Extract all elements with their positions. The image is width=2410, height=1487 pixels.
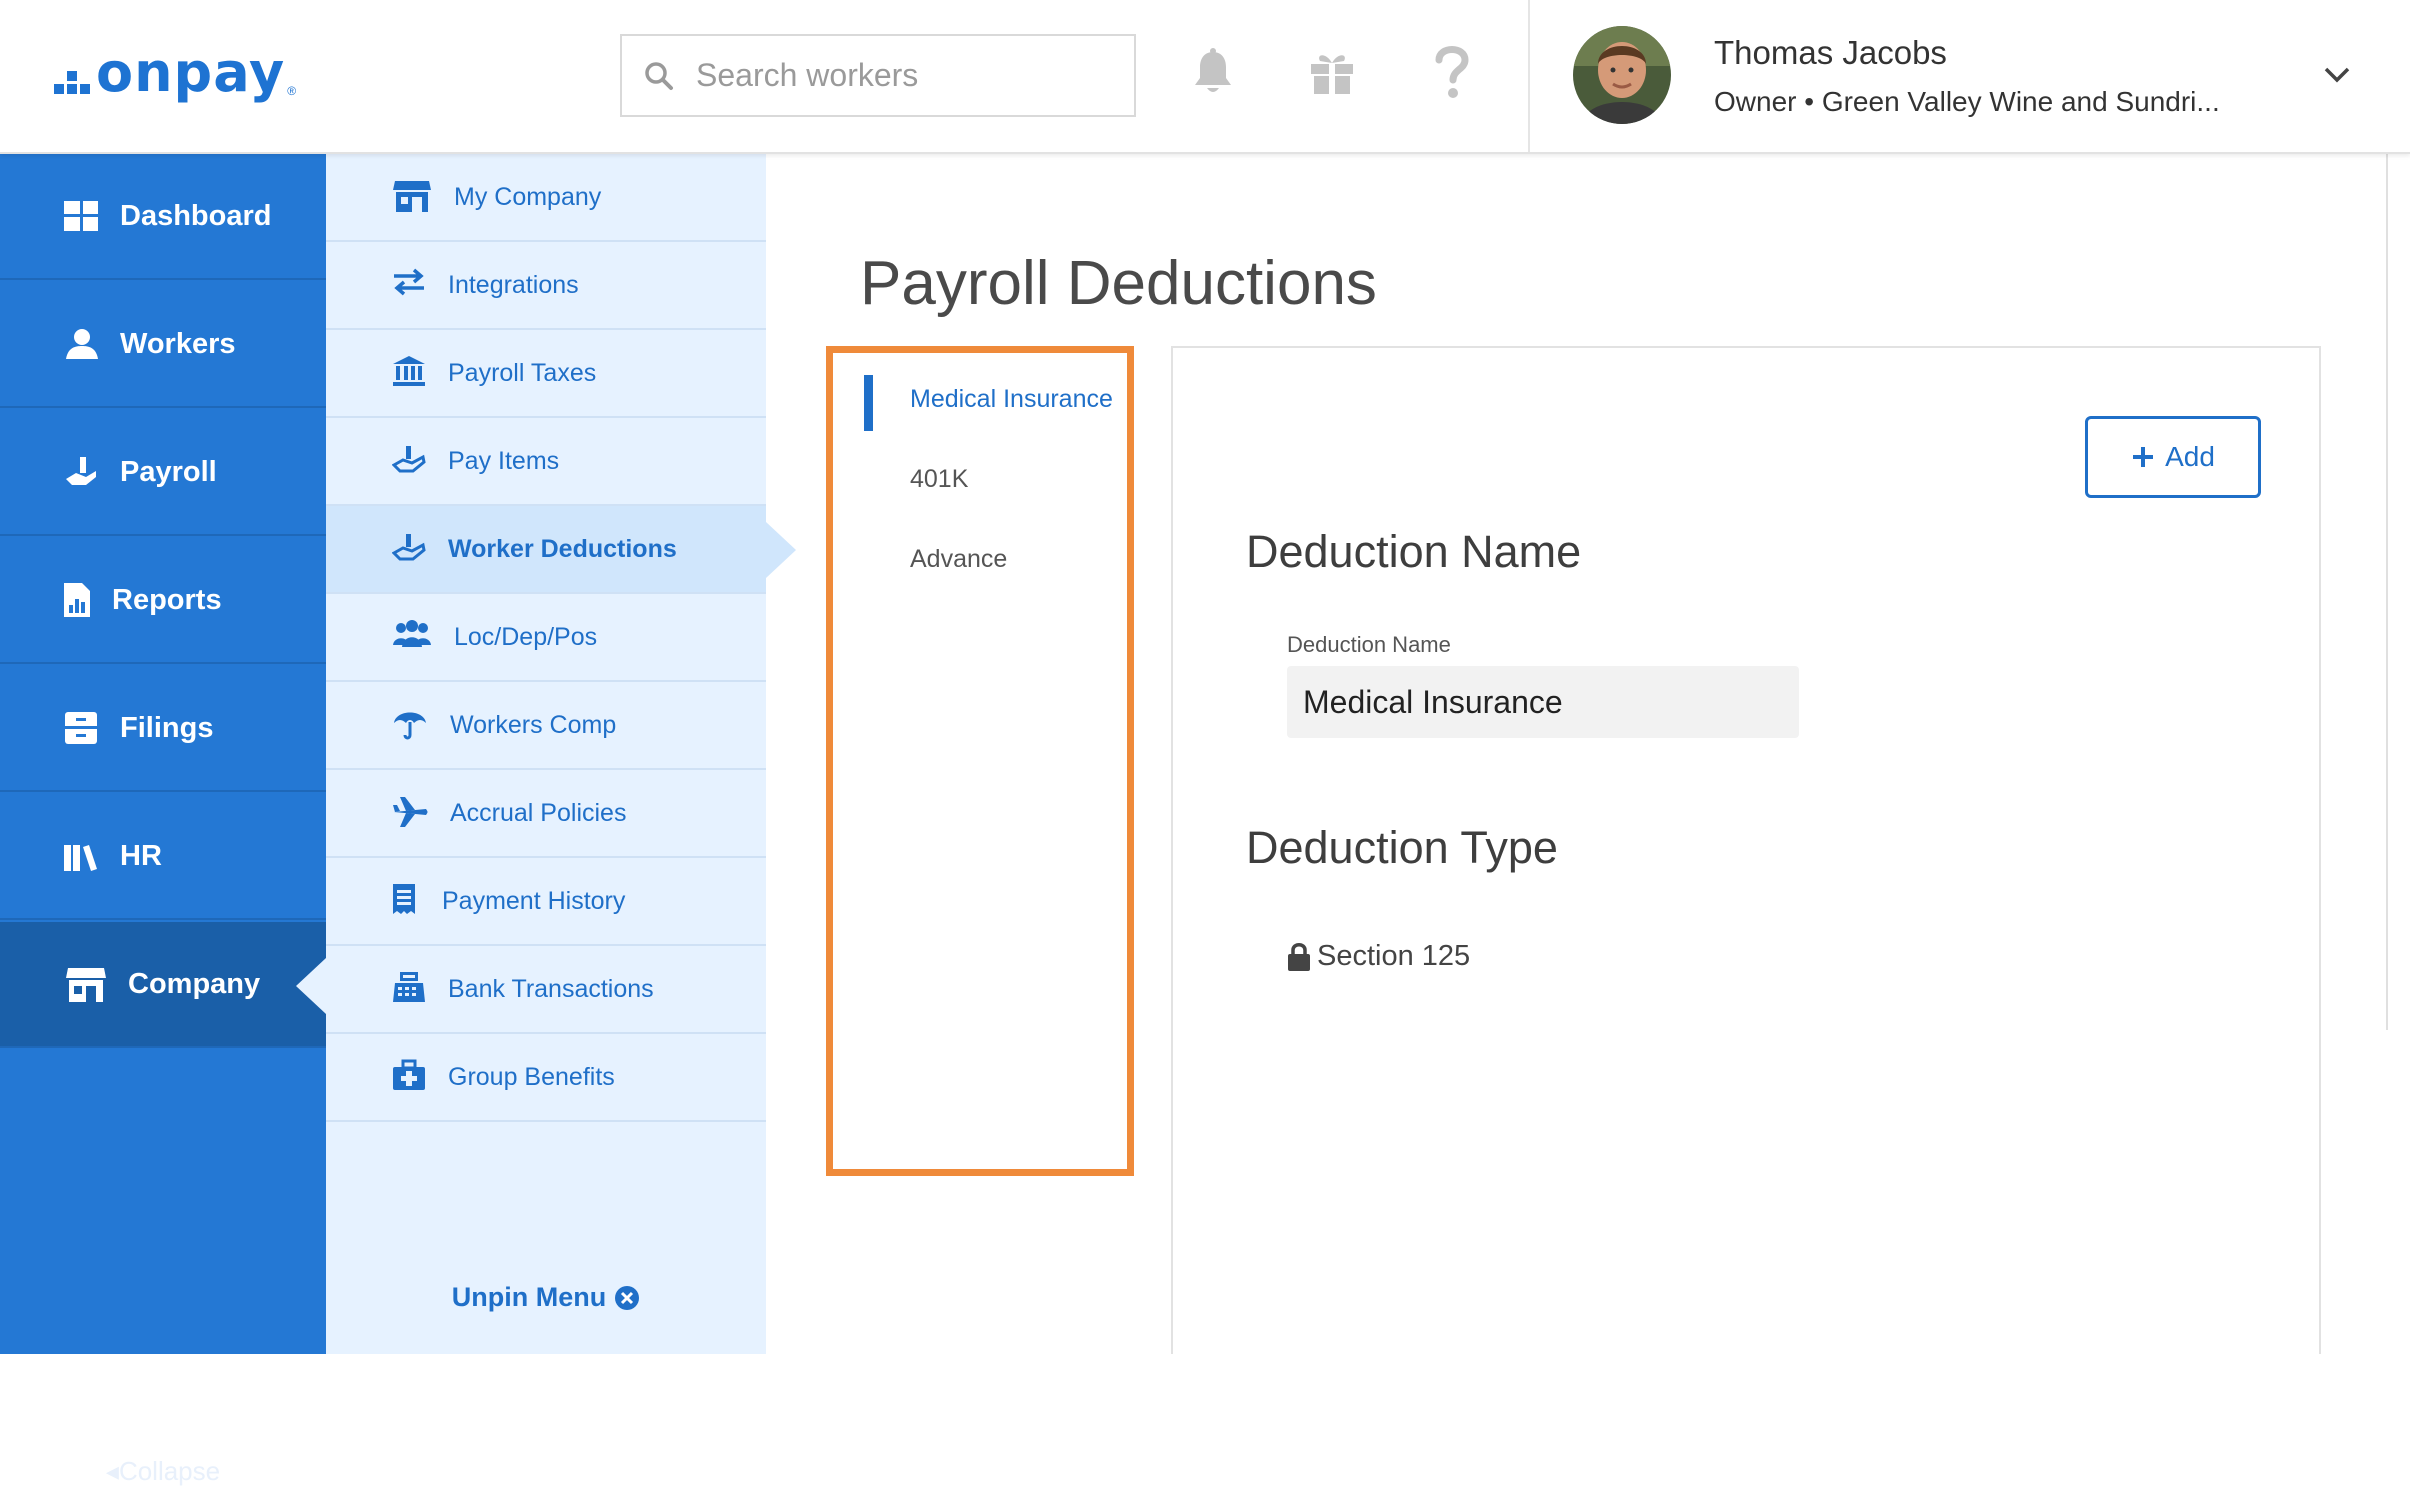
company-submenu: My Company Integrations Payroll Taxes Pa…: [326, 154, 766, 1354]
add-button[interactable]: Add: [2085, 416, 2261, 498]
nav-item-label: Workers: [120, 327, 236, 360]
plane-icon: [392, 795, 428, 831]
submenu-payroll-taxes[interactable]: Payroll Taxes: [326, 330, 766, 418]
hr-icon: [62, 837, 100, 875]
submenu-label: Loc/Dep/Pos: [454, 622, 598, 651]
nav-item-label: Filings: [120, 711, 214, 744]
search-box[interactable]: [620, 34, 1136, 117]
top-header: onpay ® Search workers Thomas Jacobs Own…: [0, 0, 2410, 154]
user-name[interactable]: Thomas Jacobs: [1714, 34, 1947, 72]
submenu-label: Worker Deductions: [448, 534, 677, 563]
collapse-label: Collapse: [118, 1456, 221, 1486]
submenu-accrual-policies[interactable]: Accrual Policies: [326, 770, 766, 858]
submenu-my-company[interactable]: My Company: [326, 154, 766, 242]
submenu-pay-items[interactable]: Pay Items: [326, 418, 766, 506]
reports-icon: [62, 581, 92, 619]
submenu-label: Group Benefits: [448, 1062, 615, 1091]
deduction-type-heading: Deduction Type: [1246, 822, 1558, 873]
unpin-label: Unpin Menu: [451, 1282, 607, 1312]
nav-item-label: HR: [120, 839, 162, 872]
plus-icon: [2131, 445, 2155, 469]
close-circle-icon: [614, 1285, 640, 1311]
main-sidebar: Dashboard Workers Payroll Reports Filing…: [0, 154, 326, 1486]
submenu-label: Payment History: [442, 886, 626, 915]
nav-item-company[interactable]: Company: [0, 922, 326, 1048]
content-scrollbar-edge: [2386, 154, 2388, 1030]
deduction-type-value: Section 125: [1287, 940, 1470, 973]
chevron-left-icon: ◂: [105, 1456, 119, 1486]
payroll-icon: [62, 453, 100, 491]
gift-icon[interactable]: [1308, 48, 1356, 96]
logo-dots-icon: [54, 54, 92, 100]
hand-icon: [392, 443, 426, 479]
nav-item-workers[interactable]: Workers: [0, 282, 326, 408]
company-icon: [64, 964, 108, 1004]
header-divider: [1528, 0, 1530, 152]
medkit-icon: [392, 1059, 426, 1095]
submenu-integrations[interactable]: Integrations: [326, 242, 766, 330]
receipt-icon: [392, 883, 420, 919]
lock-icon: [1287, 942, 1311, 972]
active-indicator: [864, 375, 873, 431]
nav-item-reports[interactable]: Reports: [0, 538, 326, 664]
submenu-label: Bank Transactions: [448, 974, 654, 1003]
deduction-item-medical-insurance[interactable]: Medical Insurance: [910, 385, 1113, 414]
register-icon: [392, 971, 426, 1007]
unpin-menu-button[interactable]: Unpin Menu: [326, 1282, 766, 1313]
submenu-label: My Company: [454, 182, 602, 211]
onpay-logo[interactable]: onpay ®: [54, 46, 296, 100]
submenu-loc-dep-pos[interactable]: Loc/Dep/Pos: [326, 594, 766, 682]
submenu-label: Pay Items: [448, 446, 560, 475]
bell-icon[interactable]: [1192, 48, 1234, 98]
nav-item-label: Reports: [112, 583, 222, 616]
nav-item-filings[interactable]: Filings: [0, 666, 326, 792]
workers-icon: [62, 325, 100, 363]
avatar[interactable]: [1573, 26, 1671, 124]
deduction-type-text: Section 125: [1317, 940, 1471, 972]
submenu-label: Accrual Policies: [450, 798, 627, 827]
submenu-label: Payroll Taxes: [448, 358, 597, 387]
nav-item-label: Dashboard: [120, 199, 272, 232]
deduction-name-heading: Deduction Name: [1246, 526, 1582, 577]
arrows-icon: [392, 267, 426, 303]
nav-item-label: Company: [128, 967, 261, 1000]
submenu-group-benefits[interactable]: Group Benefits: [326, 1034, 766, 1122]
chevron-down-icon[interactable]: [2322, 64, 2352, 86]
logo-registered-mark: ®: [287, 84, 297, 98]
deduction-item-advance[interactable]: Advance: [910, 545, 1007, 574]
store-icon: [392, 179, 432, 215]
add-label: Add: [2165, 441, 2215, 472]
submenu-payment-history[interactable]: Payment History: [326, 858, 766, 946]
deduction-item-401k[interactable]: 401K: [910, 465, 968, 494]
submenu-worker-deductions[interactable]: Worker Deductions: [326, 506, 766, 594]
search-input[interactable]: [694, 56, 1114, 95]
logo-text: onpay: [96, 41, 286, 104]
submenu-bank-transactions[interactable]: Bank Transactions: [326, 946, 766, 1034]
deduction-name-field[interactable]: [1287, 666, 1799, 738]
search-icon: [644, 61, 674, 91]
nav-item-hr[interactable]: HR: [0, 794, 326, 920]
nav-item-label: Payroll: [120, 455, 217, 488]
hand-icon: [392, 531, 426, 567]
umbrella-icon: [392, 707, 428, 743]
help-icon[interactable]: [1434, 44, 1470, 100]
nav-item-dashboard[interactable]: Dashboard: [0, 154, 326, 280]
submenu-label: Integrations: [448, 270, 579, 299]
deduction-name-label: Deduction Name: [1287, 632, 1451, 657]
user-role[interactable]: Owner • Green Valley Wine and Sundri...: [1714, 86, 2220, 118]
nav-item-payroll[interactable]: Payroll: [0, 410, 326, 536]
deduction-list: Medical Insurance 401K Advance: [826, 346, 1134, 1176]
page-title: Payroll Deductions: [860, 249, 1377, 318]
people-icon: [392, 619, 432, 655]
bank-icon: [392, 355, 426, 391]
submenu-workers-comp[interactable]: Workers Comp: [326, 682, 766, 770]
collapse-button[interactable]: ◂Collapse: [0, 1456, 326, 1487]
filings-icon: [62, 709, 100, 747]
dashboard-icon: [62, 197, 100, 235]
submenu-label: Workers Comp: [450, 710, 617, 739]
